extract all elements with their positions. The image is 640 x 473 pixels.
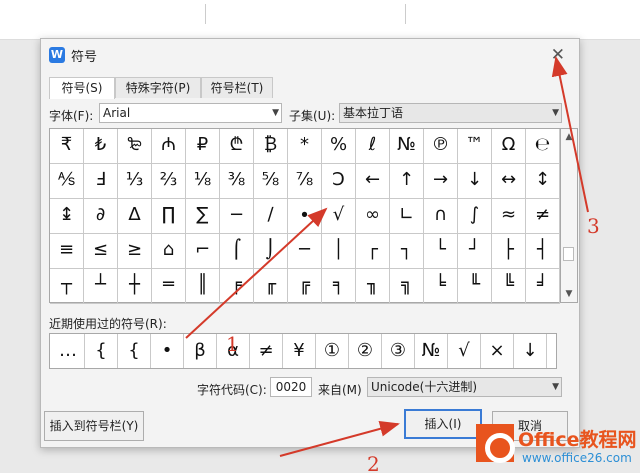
watermark-url: www.office26.com xyxy=(522,451,632,465)
annotation-step-2: 2 xyxy=(367,452,380,473)
annotation-step-1: 1 xyxy=(226,332,239,356)
arrow-to-sqrt-symbol xyxy=(185,207,328,339)
office-logo-icon xyxy=(476,424,515,463)
annotation-step-3: 3 xyxy=(587,214,600,238)
watermark: Office教程网 www.office26.com xyxy=(476,422,640,473)
arrow-to-close-button xyxy=(551,56,589,213)
annotation-arrows xyxy=(185,56,589,457)
watermark-brand: Office教程网 xyxy=(518,429,637,451)
arrow-to-insert-button xyxy=(279,420,400,457)
